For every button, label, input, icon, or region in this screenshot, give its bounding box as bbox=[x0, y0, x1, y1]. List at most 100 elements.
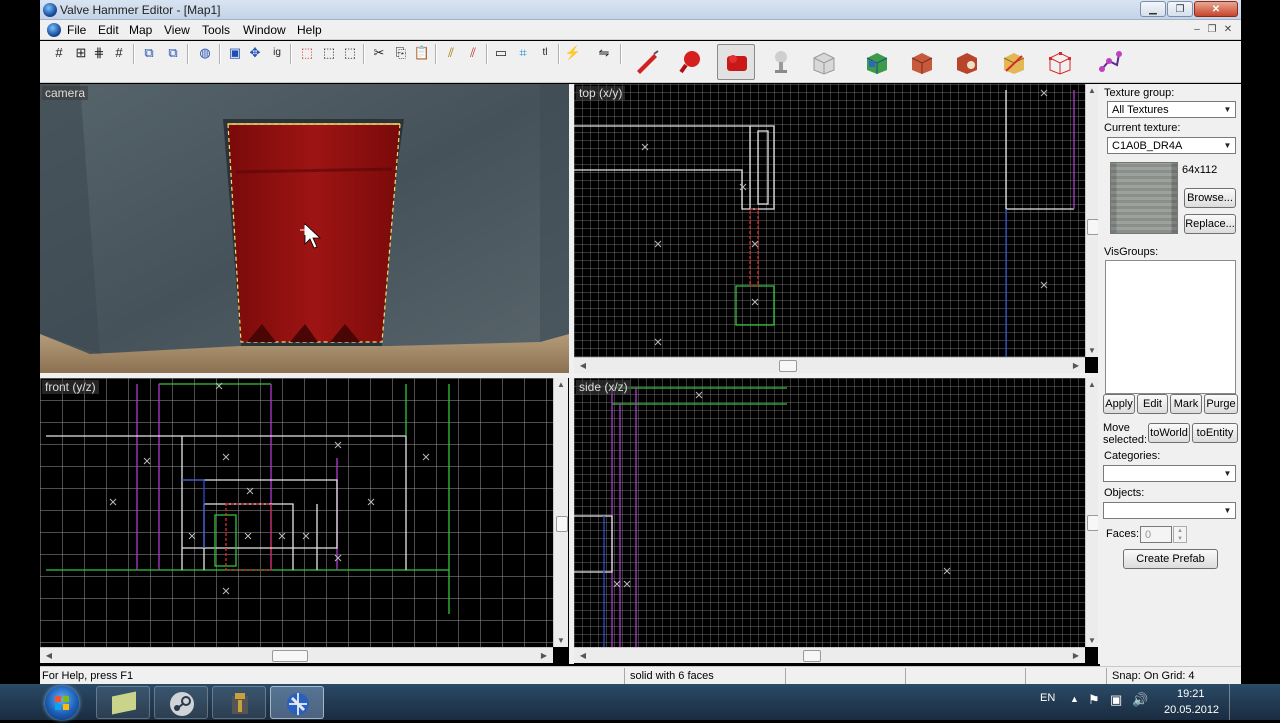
toolbar-separator bbox=[187, 44, 189, 64]
clock-date[interactable]: 20.05.2012 bbox=[1164, 704, 1219, 716]
menu-help[interactable]: Help bbox=[297, 23, 322, 37]
side-viewport[interactable]: side (x/z) bbox=[574, 378, 1085, 647]
menu-view[interactable]: View bbox=[164, 23, 190, 37]
texture-tool-button[interactable] bbox=[858, 44, 896, 80]
current-texture-select[interactable]: C1A0B_DR4A ▼ bbox=[1107, 137, 1236, 154]
path-tool-button[interactable] bbox=[1091, 44, 1129, 80]
language-indicator[interactable]: EN bbox=[1040, 692, 1055, 704]
top-viewport[interactable]: top (x/y) bbox=[574, 84, 1085, 357]
ungroup-icon[interactable]: ⧉ bbox=[164, 44, 182, 62]
scroll-thumb[interactable] bbox=[556, 516, 568, 532]
mdi-close-button[interactable]: ✕ bbox=[1221, 23, 1235, 36]
texture-group-select[interactable]: All Textures ▼ bbox=[1107, 101, 1236, 118]
flip-icon[interactable]: ⇋ bbox=[595, 44, 613, 62]
carve-icon[interactable]: ◍ bbox=[196, 44, 214, 62]
mdi-restore-button[interactable]: ❐ bbox=[1205, 23, 1219, 36]
side-viewport-vscroll[interactable]: ▲ ▼ bbox=[1085, 378, 1099, 647]
menu-file[interactable]: File bbox=[67, 23, 86, 37]
taskbar-notepad[interactable] bbox=[96, 686, 150, 719]
document-icon[interactable] bbox=[47, 23, 61, 37]
snap-alt-icon[interactable]: ⫽ bbox=[464, 44, 482, 62]
replace-button[interactable]: Replace... bbox=[1184, 214, 1236, 234]
chevron-down-icon: ▼ bbox=[1223, 506, 1232, 515]
start-button[interactable] bbox=[45, 686, 79, 720]
chevron-down-icon: ▼ bbox=[1223, 141, 1232, 150]
visgroups-list[interactable] bbox=[1105, 260, 1236, 394]
minimize-button[interactable]: ▁ bbox=[1140, 1, 1166, 17]
vertex-tool-button[interactable] bbox=[1041, 44, 1079, 80]
magnify-tool-button[interactable] bbox=[672, 44, 710, 80]
steam-icon bbox=[170, 692, 194, 716]
grid-smaller-icon[interactable]: ⊞ bbox=[72, 44, 90, 62]
show-hidden-icons-icon[interactable]: ▲ bbox=[1070, 694, 1079, 704]
snap-icon[interactable]: ⫽ bbox=[442, 44, 460, 62]
grid-icon[interactable]: # bbox=[50, 44, 68, 62]
clip-tool-button[interactable] bbox=[995, 44, 1033, 80]
purge-button[interactable]: Purge bbox=[1204, 394, 1238, 414]
paste-icon[interactable]: 📋 bbox=[413, 44, 431, 62]
quick-hide-icon[interactable]: ⬚ bbox=[341, 44, 359, 62]
close-button[interactable]: ✕ bbox=[1194, 1, 1238, 17]
block-tool-button[interactable] bbox=[805, 44, 843, 80]
show-icon[interactable]: ⬚ bbox=[320, 44, 338, 62]
grid-larger-icon[interactable]: ⋕ bbox=[90, 44, 108, 62]
hide-icon[interactable]: ⬚ bbox=[298, 44, 316, 62]
front-viewport[interactable]: front (y/z) bbox=[40, 378, 553, 647]
maximize-button[interactable]: ❐ bbox=[1167, 1, 1193, 17]
menu-map[interactable]: Map bbox=[129, 23, 152, 37]
texture-lock-icon[interactable]: ✥ bbox=[246, 44, 264, 62]
network-icon[interactable]: ▣ bbox=[1110, 692, 1122, 708]
categories-select[interactable]: ▼ bbox=[1103, 465, 1236, 482]
decal-tool-button[interactable] bbox=[948, 44, 986, 80]
front-viewport-vscroll[interactable]: ▲ ▼ bbox=[553, 378, 568, 647]
menu-edit[interactable]: Edit bbox=[98, 23, 119, 37]
clock-time[interactable]: 19:21 bbox=[1177, 688, 1205, 700]
scroll-thumb[interactable] bbox=[272, 650, 308, 662]
scroll-thumb[interactable] bbox=[779, 360, 797, 372]
action-center-flag-icon[interactable]: ⚑ bbox=[1088, 692, 1100, 708]
grid-dots-icon[interactable]: # bbox=[110, 44, 128, 62]
crop-icon[interactable]: ⌗ bbox=[514, 44, 532, 62]
taskbar-hammer-editor[interactable] bbox=[270, 686, 324, 719]
taskbar-steam[interactable] bbox=[154, 686, 208, 719]
objects-select[interactable]: ▼ bbox=[1103, 502, 1236, 519]
apply-button[interactable]: Apply bbox=[1103, 394, 1135, 414]
selection-tool-button[interactable] bbox=[628, 44, 666, 80]
front-viewport-label: front (y/z) bbox=[42, 380, 99, 394]
volume-icon[interactable]: 🔊 bbox=[1132, 692, 1148, 708]
scroll-thumb[interactable] bbox=[803, 650, 821, 662]
select-icon[interactable]: ▣ bbox=[226, 44, 244, 62]
vertex-icon[interactable]: ⚡ bbox=[564, 44, 582, 62]
camera-viewport[interactable]: camera bbox=[40, 84, 569, 374]
group-icon[interactable]: ⧉ bbox=[140, 44, 158, 62]
texture-preview[interactable] bbox=[1110, 162, 1178, 234]
browse-button[interactable]: Browse... bbox=[1184, 188, 1236, 208]
faces-stepper[interactable]: ▲ ▼ bbox=[1173, 526, 1187, 543]
copy-icon[interactable]: ⎘ bbox=[392, 44, 410, 62]
entity-tool-button[interactable] bbox=[762, 44, 800, 80]
clip-tool-icon bbox=[1003, 53, 1025, 74]
top-viewport-hscroll[interactable]: ◀ ▶ bbox=[574, 357, 1085, 373]
mark-button[interactable]: Mark bbox=[1170, 394, 1202, 414]
apply-texture-button[interactable] bbox=[903, 44, 941, 80]
to-world-button[interactable]: toWorld bbox=[1148, 423, 1190, 443]
taskbar-hammer-tool[interactable] bbox=[212, 686, 266, 719]
menu-window[interactable]: Window bbox=[243, 23, 286, 37]
menu-tools[interactable]: Tools bbox=[202, 23, 230, 37]
camera-tool-button[interactable] bbox=[717, 44, 755, 80]
horizontal-splitter[interactable] bbox=[40, 373, 1098, 378]
box-icon[interactable]: ▭ bbox=[492, 44, 510, 62]
edit-button[interactable]: Edit bbox=[1137, 394, 1168, 414]
faces-input[interactable]: 0 bbox=[1140, 526, 1172, 543]
toolbar-separator bbox=[486, 44, 488, 64]
front-viewport-hscroll[interactable]: ◀ ▶ bbox=[40, 647, 553, 663]
cut-icon[interactable]: ✂ bbox=[370, 44, 388, 62]
side-viewport-hscroll[interactable]: ◀ ▶ bbox=[574, 647, 1085, 663]
top-viewport-vscroll[interactable]: ▲ ▼ bbox=[1085, 84, 1099, 357]
show-desktop-button[interactable] bbox=[1229, 684, 1240, 720]
tl-icon[interactable]: tl bbox=[536, 44, 554, 62]
to-entity-button[interactable]: toEntity bbox=[1192, 423, 1238, 443]
create-prefab-button[interactable]: Create Prefab bbox=[1123, 549, 1218, 569]
mdi-minimize-button[interactable]: ‒ bbox=[1190, 23, 1204, 36]
ignore-groups-icon[interactable]: ig bbox=[268, 44, 286, 62]
